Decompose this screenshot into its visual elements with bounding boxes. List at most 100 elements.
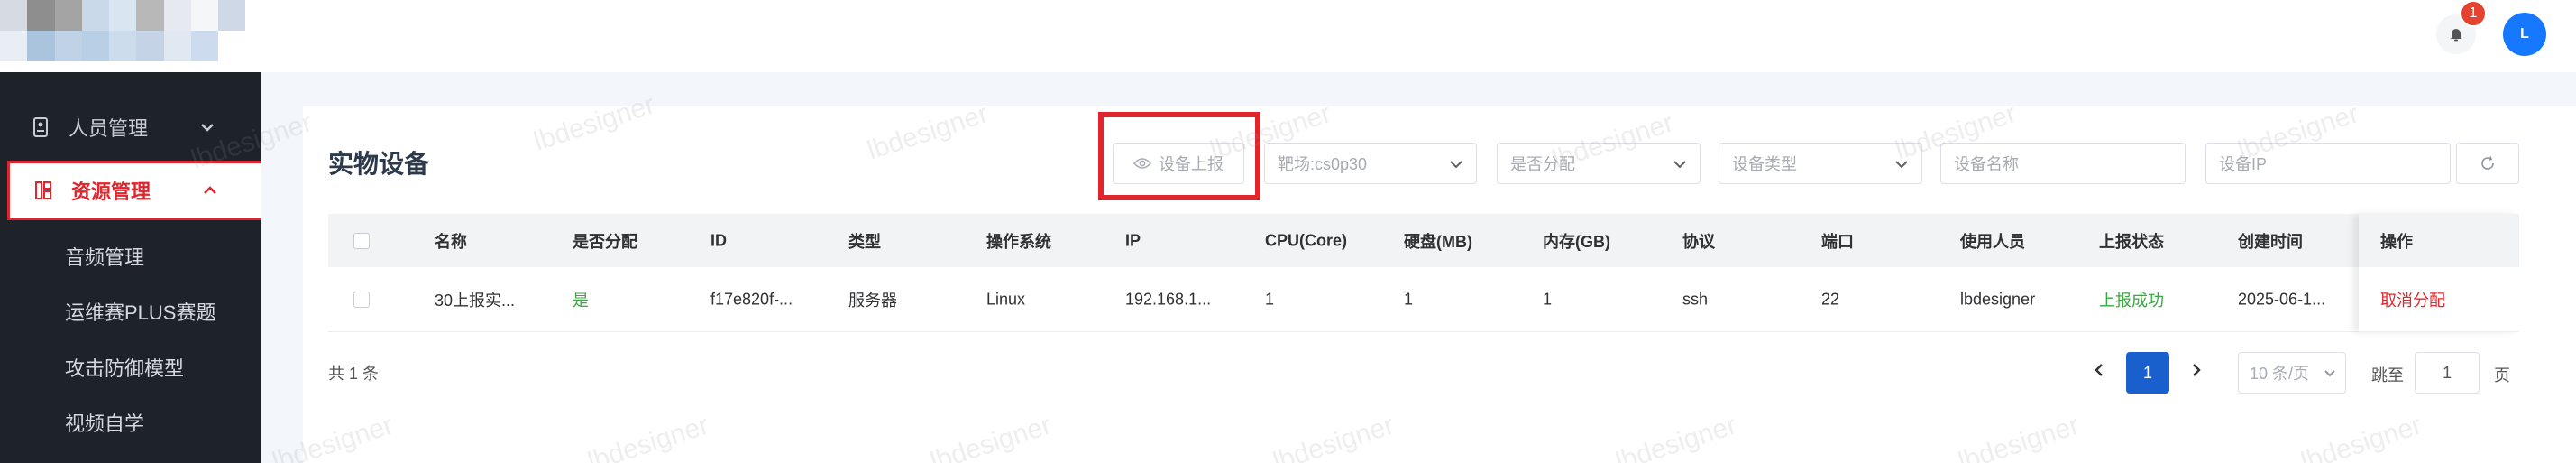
table-row: 30上报实... 是 f17e820f-... 服务器 Linux 192.16… [328, 267, 2519, 332]
operation-body-cell: 取消分配 [2359, 267, 2519, 332]
chevron-down-icon [1895, 161, 1908, 169]
cell-type: 服务器 [848, 291, 897, 310]
refresh-icon [2481, 156, 2494, 170]
chevron-down-icon [1450, 161, 1462, 169]
cell-memory: 1 [1543, 290, 1553, 308]
logo-pixel [272, 0, 300, 31]
chevron-left-icon[interactable] [2090, 361, 2108, 379]
cell-user: lbdesigner [1960, 290, 2036, 308]
cell-ip: 192.168.1... [1125, 290, 1212, 308]
column-header: 是否分配 [573, 232, 637, 251]
range-select-value: 靶场:cs0p30 [1278, 155, 1368, 173]
chevron-down-icon [2324, 370, 2335, 377]
logo-pixel [136, 0, 164, 31]
highlight-annotation [1098, 112, 1260, 200]
sidebar-subitem-audio[interactable]: 音频管理 [65, 242, 144, 271]
cell-os: Linux [986, 290, 1026, 308]
logo-pixel [218, 0, 246, 31]
logo-pixel [109, 31, 137, 61]
logo-pixel [27, 0, 55, 31]
column-header: 名称 [435, 232, 467, 251]
logo-pixel [354, 31, 382, 61]
jump-suffix: 页 [2494, 366, 2510, 384]
device-type-select[interactable]: 设备类型 [1719, 143, 1922, 184]
column-header: 内存(GB) [1543, 232, 1610, 251]
logo-pixel [81, 31, 110, 61]
sidebar-subitem-attack-defense[interactable]: 攻击防御模型 [65, 353, 184, 382]
logo-pixel [27, 31, 55, 61]
column-header: CPU(Core) [1265, 231, 1348, 249]
chevron-right-icon[interactable] [2187, 361, 2205, 379]
cell-assigned: 是 [573, 291, 589, 310]
logo-pixel [136, 31, 164, 61]
logo-pixel [381, 31, 409, 61]
row-checkbox[interactable] [353, 291, 370, 308]
logo-pixel [0, 0, 28, 31]
chevron-down-icon [201, 124, 214, 132]
column-header: 硬盘(MB) [1404, 232, 1472, 251]
logo-pixel [327, 0, 355, 31]
page-size-select[interactable]: 10 条/页 [2238, 352, 2346, 394]
page-title: 实物设备 [328, 150, 430, 178]
column-header: IP [1125, 231, 1141, 249]
sidebar-item-personnel[interactable]: 人员管理 [0, 97, 261, 157]
logo-pixel [109, 0, 137, 31]
logo-pixel [54, 31, 82, 61]
sidebar-item-label: 人员管理 [69, 117, 149, 140]
column-header: 端口 [1821, 232, 1854, 251]
cell-name: 30上报实... [435, 291, 516, 310]
cell-created-time: 2025-06-1... [2238, 290, 2326, 308]
logo-pixel [299, 31, 328, 61]
logo-pixel [299, 0, 328, 31]
column-header: 使用人员 [1960, 232, 2025, 251]
jump-page-input[interactable]: 1 [2415, 352, 2480, 394]
bell-icon [2450, 29, 2462, 42]
logo-pixel [163, 31, 191, 61]
column-header: ID [710, 231, 727, 249]
logo-pixel [272, 31, 300, 61]
cell-cpu: 1 [1265, 290, 1275, 308]
logo-pixel [81, 0, 110, 31]
logo-pixel [245, 31, 273, 61]
range-select[interactable]: 靶场:cs0p30 [1264, 143, 1477, 184]
sidebar-item-label: 资源管理 [71, 181, 151, 203]
sidebar-subitem-video[interactable]: 视频自学 [65, 408, 144, 437]
device-type-placeholder: 设备类型 [1732, 155, 1797, 173]
id-badge-icon [33, 117, 48, 137]
refresh-button[interactable] [2456, 143, 2519, 184]
select-all-checkbox[interactable] [353, 232, 370, 249]
device-name-placeholder: 设备名称 [1954, 155, 2019, 173]
logo-pixel [190, 31, 219, 61]
page-number-active[interactable]: 1 [2126, 352, 2169, 394]
cell-report-status: 上报成功 [2099, 291, 2164, 310]
column-header: 协议 [1682, 232, 1715, 251]
assigned-placeholder: 是否分配 [1510, 155, 1575, 173]
column-header: 操作系统 [986, 232, 1051, 251]
logo-pixel [54, 0, 82, 31]
logo-pixel [190, 0, 219, 31]
logo-pixel [245, 0, 273, 31]
logo-pixel [0, 31, 28, 61]
logo-pixel [163, 0, 191, 31]
device-name-input[interactable]: 设备名称 [1940, 143, 2186, 184]
unassign-link[interactable]: 取消分配 [2380, 288, 2445, 311]
cell-disk: 1 [1404, 290, 1414, 308]
notification-badge: 1 [2460, 0, 2487, 27]
cell-id: f17e820f-... [710, 290, 793, 308]
logo-pixel [218, 31, 246, 61]
cell-protocol: ssh [1682, 290, 1709, 308]
device-ip-input[interactable]: 设备IP [2205, 143, 2451, 184]
jump-label: 跳至 [2371, 366, 2404, 384]
sidebar-item-resources[interactable]: 资源管理 [7, 161, 261, 220]
column-header: 类型 [848, 232, 881, 251]
resource-grid-icon [35, 181, 51, 199]
assigned-select[interactable]: 是否分配 [1497, 143, 1701, 184]
top-header: 1 L [0, 0, 2576, 72]
column-header: 创建时间 [2238, 232, 2303, 251]
device-ip-placeholder: 设备IP [2219, 155, 2268, 173]
column-header: 操作 [2380, 232, 2413, 251]
page-size-value: 10 条/页 [2250, 365, 2310, 383]
avatar[interactable]: L [2503, 13, 2546, 56]
logo-pixel [354, 0, 382, 31]
sidebar-subitem-ops-plus[interactable]: 运维赛PLUS赛题 [65, 297, 215, 326]
